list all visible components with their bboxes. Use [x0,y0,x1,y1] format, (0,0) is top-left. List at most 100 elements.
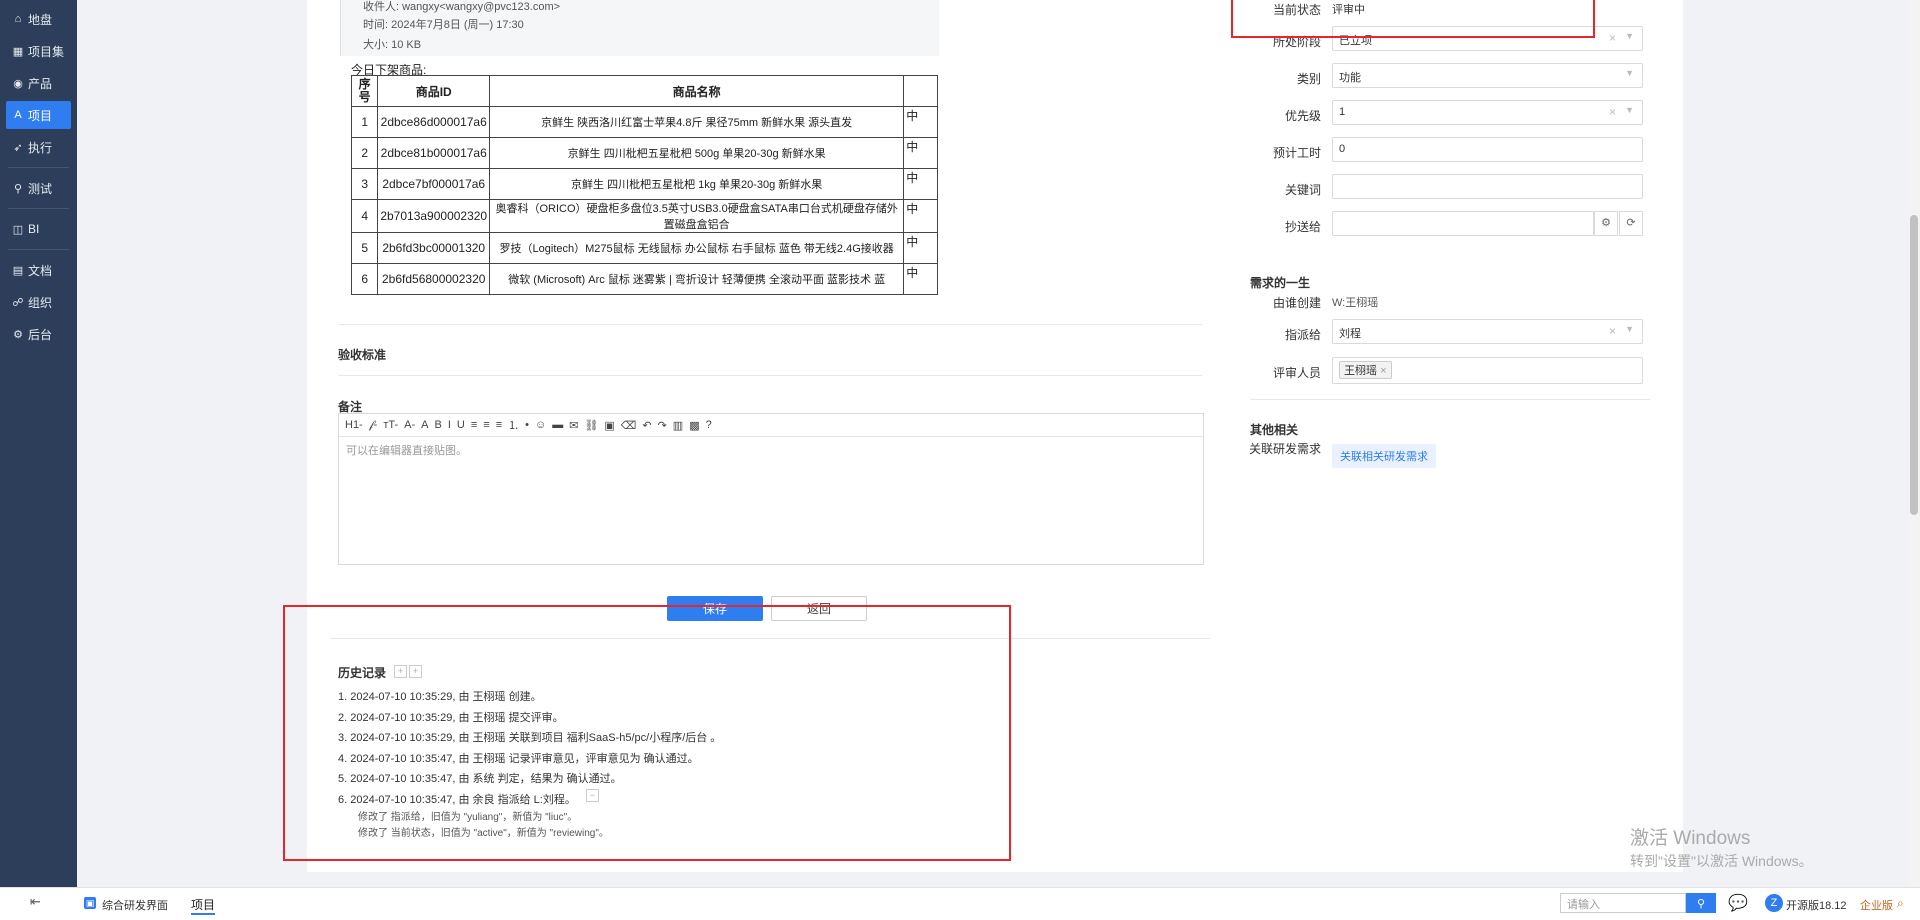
sidebar-item-label: 组织 [28,295,53,310]
editor-tool-18-icon[interactable]: ⌫ [621,419,637,432]
divider [1250,399,1650,400]
editor-tool-10-icon[interactable]: ≡ [496,419,502,431]
sidebar-item-chart[interactable]: ◫ BI [6,215,71,243]
nav-separator [8,167,69,168]
chat-icon[interactable]: 💬 [1728,893,1748,913]
editor-tool-6-icon[interactable]: I [448,419,451,431]
clear-icon[interactable]: × [1609,105,1616,119]
editor-tool-20-icon[interactable]: ↷ [658,419,667,432]
sidebar-item-grid[interactable]: ▦ 项目集 [6,37,71,65]
sidebar-item-admin[interactable]: ⚙ 后台 [6,320,71,348]
row-extra: 中 [903,168,938,200]
reviewer-tag-label: 王栩瑶 [1344,365,1377,377]
refresh-icon[interactable]: ⟳ [1619,211,1643,236]
editor-tool-12-icon[interactable]: • [525,419,529,431]
sidebar-item-test[interactable]: ⚲ 测试 [6,174,71,202]
sidebar-item-rocket[interactable]: ➶ 执行 [6,133,71,161]
search-input[interactable]: 请输入 [1560,893,1686,913]
product-name: 京鲜生 四川枇杷五星枇杷 500g 单果20-30g 新鲜水果 [489,137,905,169]
settings-icon[interactable]: ⚙ [1594,211,1618,236]
category-value: 功能 [1339,72,1361,84]
sidebar-item-label: 产品 [28,76,53,91]
project-icon: A [14,109,22,121]
editor-tool-2-icon[interactable]: тT- [383,419,398,431]
remark-editor[interactable]: H1- 𝒻-тT- A- A B I U ≡ ≡ ≡ ⒈ • ☺ ▬ ✉ ⛓ ▣ ⌫ ↶ ↷ ▥ ▩? 可以在编辑器直接贴… [338,413,1204,565]
product-id: 2b7013a900002320 [377,199,491,233]
close-icon[interactable]: × [1380,365,1386,377]
product-id: 2dbce7bf000017a6 [377,168,491,200]
priority-select[interactable]: 1 × ▼ [1332,100,1643,125]
sidebar-item-pin[interactable]: ◉ 产品 [6,69,71,97]
editor-tool-17-icon[interactable]: ▣ [604,419,614,432]
table-row: 3 2dbce7bf000017a6 京鲜生 四川枇杷五星枇杷 1kg 单果20-3… [350,168,938,200]
row-number: 5 [350,232,379,264]
search-icon: ⚲ [1696,897,1706,910]
test-icon: ⚲ [13,182,23,195]
sidebar-item-label: 后台 [28,327,53,342]
version-label[interactable]: 开源版18.12 [1786,897,1847,913]
search-button[interactable]: ⚲ [1686,893,1716,913]
chevron-down-icon[interactable]: ▼ [1625,68,1634,78]
editor-tool-13-icon[interactable]: ☺ [535,419,546,431]
editor-tool-22-icon[interactable]: ▩ [689,419,699,432]
link-related-button[interactable]: 关联相关研发需求 [1332,444,1436,468]
editor-tool-3-icon[interactable]: A- [404,419,415,431]
sidebar-item-label: 执行 [28,140,53,155]
admin-icon: ⚙ [13,328,23,341]
editor-tool-11-icon[interactable]: ⒈ [508,417,519,433]
org-icon: ☍ [12,296,24,309]
reviewers-select[interactable]: 王栩瑶 × [1332,357,1643,384]
estimate-input[interactable]: 0 [1332,137,1643,162]
editor-tool-0-icon[interactable]: H1- [345,419,363,431]
email-preview: 收件人: wangxy<wangxy@pvc123.com> 时间: 2024年… [340,0,939,56]
email-time: 时间: 2024年7月8日 (周一) 17:30 [363,19,524,31]
goods-table: 序号 商品ID 商品名称 1 2dbce86d000017a6 京鲜生 陕西洛川红富… [350,75,938,295]
keywords-input[interactable] [1332,174,1643,199]
cc-input[interactable] [1332,211,1594,236]
windows-watermark-title: 激活 Windows [1630,828,1751,849]
product-name: 京鲜生 陕西洛川红富士苹果4.8斤 果径75mm 新鲜水果 源头直发 [489,106,905,138]
scroll-thumb[interactable] [1910,215,1918,515]
table-header-row: 序号 商品ID 商品名称 [350,75,938,107]
sidebar-item-home[interactable]: ⌂ 地盘 [6,5,71,33]
editor-placeholder[interactable]: 可以在编辑器直接贴图。 [346,442,467,458]
table-row: 1 2dbce86d000017a6 京鲜生 陕西洛川红富士苹果4.8斤 果径75m… [350,106,938,138]
tab-project[interactable]: 项目 [191,896,216,915]
chevron-down-icon[interactable]: ▼ [1625,105,1634,115]
table-header: 商品名称 [489,75,905,107]
editor-tool-4-icon[interactable]: A [421,419,428,431]
pin-icon: ◉ [13,77,23,90]
product-name: 奥睿科（ORICO）硬盘柜多盘位3.5英寸USB3.0硬盘盒SATA串口台式机硬… [489,199,905,233]
app-label[interactable]: 综合研发界面 [102,897,168,913]
editor-tool-21-icon[interactable]: ▥ [673,419,683,432]
editor-tool-23-icon[interactable]: ? [706,419,712,431]
editor-tool-1-icon[interactable]: 𝒻- [369,419,378,432]
chevron-down-icon[interactable]: ▼ [1625,324,1634,334]
email-size: 大小: 10 KB [363,39,422,51]
category-select[interactable]: 功能 ▼ [1332,63,1643,88]
collapse-sidebar-icon[interactable]: ⇤ [30,894,41,910]
edition-label[interactable]: 企业版 [1860,897,1893,913]
chevron-down-icon[interactable]: ▼ [1625,31,1634,41]
row-extra: 中 [903,263,938,295]
editor-tool-15-icon[interactable]: ✉ [569,419,578,432]
sidebar-item-doc[interactable]: ▤ 文档 [6,256,71,284]
editor-tool-16-icon[interactable]: ⛓ [584,419,598,432]
row-number: 6 [350,263,379,295]
reviewer-tag[interactable]: 王栩瑶 × [1339,361,1392,379]
product-id: 2dbce86d000017a6 [377,106,491,138]
clear-icon[interactable]: × [1609,31,1616,45]
scrollbar[interactable] [1908,0,1920,887]
sidebar-item-project[interactable]: A 项目 [6,101,71,129]
doc-icon: ▤ [12,264,24,277]
sidebar-item-org[interactable]: ☍ 组织 [6,288,71,316]
editor-tool-9-icon[interactable]: ≡ [483,419,489,431]
assigned-select[interactable]: 刘程 × ▼ [1332,319,1643,344]
help-icon[interactable]: ⌕ [1897,896,1904,911]
editor-tool-14-icon[interactable]: ▬ [552,419,563,431]
editor-tool-19-icon[interactable]: ↶ [642,419,651,432]
editor-tool-8-icon[interactable]: ≡ [471,419,477,431]
editor-tool-5-icon[interactable]: B [434,419,441,431]
clear-icon[interactable]: × [1609,324,1616,338]
editor-tool-7-icon[interactable]: U [457,419,465,431]
